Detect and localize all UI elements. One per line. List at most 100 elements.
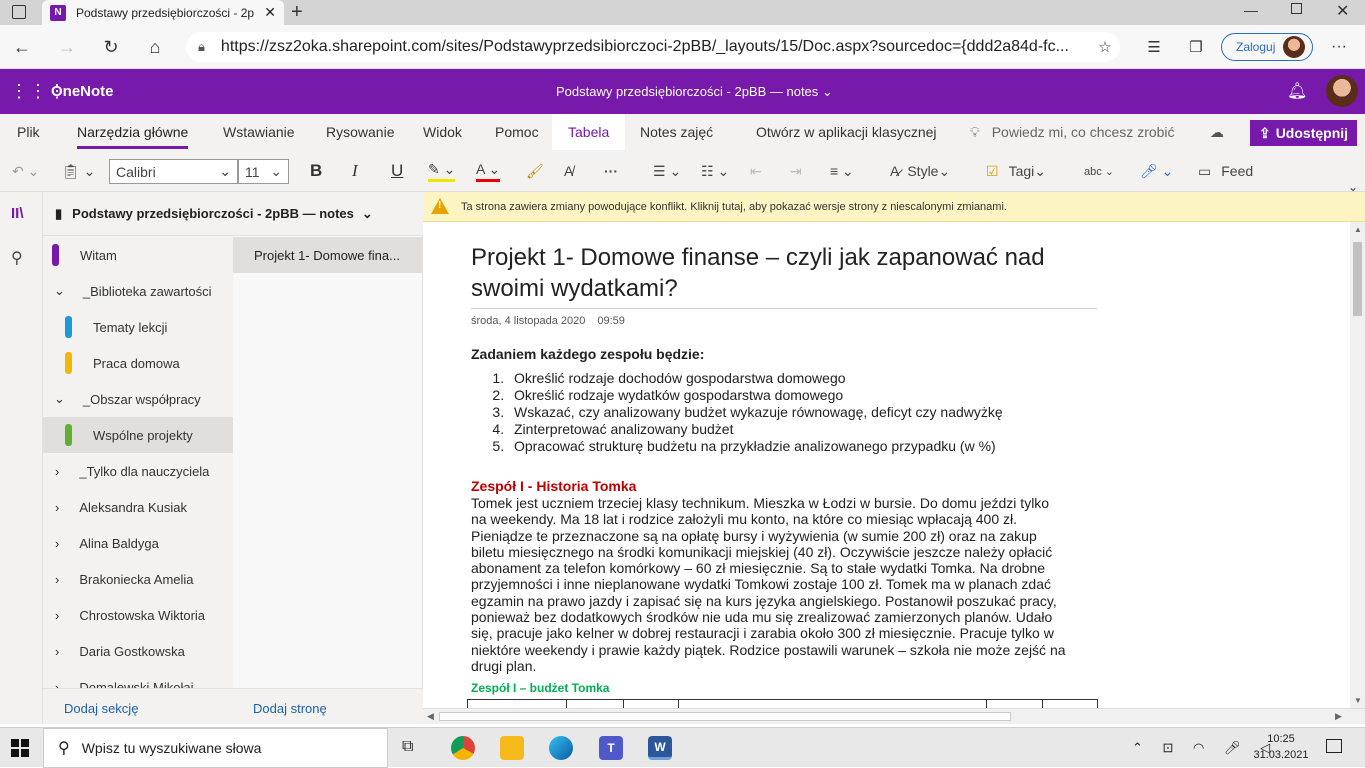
tab-actions-icon[interactable] — [12, 5, 26, 19]
new-tab-icon[interactable]: + — [291, 1, 303, 24]
tab-plik[interactable]: Plik — [17, 124, 40, 140]
format-painter-icon[interactable]: 🖌︎ — [526, 160, 544, 182]
story-line: Pieniądze te przeznaczone są na opłatę b… — [471, 527, 1037, 544]
section-group-biblioteka[interactable]: ⌄ _Biblioteka zawartości — [43, 273, 233, 309]
outdent-icon[interactable]: ⇤ — [750, 160, 762, 182]
page-canvas[interactable]: Projekt 1- Domowe finanse – czyli jak za… — [423, 222, 1350, 708]
highlight-icon[interactable]: ✎ ⌄ — [428, 160, 456, 182]
add-section-button[interactable]: Dodaj sekcję — [64, 701, 138, 716]
more-format-icon[interactable]: ··· — [604, 160, 618, 182]
conflict-banner[interactable]: ! Ta strona zawiera zmiany powodujące ko… — [423, 192, 1365, 222]
section-item-praca-domowa[interactable]: Praca domowa — [43, 345, 233, 381]
tab-notes-zajec[interactable]: Notes zajęć — [640, 124, 713, 140]
tab-narzedzia-glowne[interactable]: Narzędzia główne — [77, 124, 189, 149]
back-icon[interactable]: ← — [9, 34, 35, 60]
vertical-scrollbar[interactable]: ▲ ▼ — [1350, 222, 1365, 708]
dictate-icon[interactable]: 🎤︎ ⌄ — [1140, 160, 1173, 182]
sync-icon[interactable]: ☁︎ — [1210, 124, 1224, 141]
restore-icon[interactable] — [1291, 3, 1302, 14]
browser-tab[interactable]: N Podstawy przedsiębiorczości - 2p ✕ — [42, 0, 284, 25]
file-explorer-icon[interactable] — [500, 736, 524, 760]
app-name[interactable]: OneNote — [51, 83, 114, 100]
section-item-tematy-lekcji[interactable]: Tematy lekcji — [43, 309, 233, 345]
tab-tabela[interactable]: Tabela — [552, 114, 626, 150]
favorites-list-icon[interactable]: ☰ — [1141, 34, 1167, 60]
section-label: Wspólne projekty — [93, 427, 193, 443]
font-select[interactable]: Calibri ⌄ — [109, 159, 238, 184]
teams-icon[interactable]: T — [599, 736, 623, 760]
page-item[interactable]: Projekt 1- Domowe fina... — [233, 237, 422, 273]
url-field[interactable]: 🔒︎ https://zsz2oka.sharepoint.com/sites/… — [186, 32, 1120, 62]
numbering-icon[interactable]: ☷ ⌄ — [701, 160, 729, 182]
taskbar-clock[interactable]: 10:25 31.03.2021 — [1252, 731, 1310, 763]
task-view-icon[interactable]: ⧉ — [402, 738, 413, 756]
budget-table[interactable] — [467, 699, 1098, 708]
scroll-right-icon[interactable]: ▶ — [1335, 711, 1342, 722]
edge-icon[interactable] — [549, 736, 573, 760]
tell-me-box[interactable]: 💡︎ Powiedz mi, co chcesz zrobić — [970, 124, 1175, 141]
feed-button[interactable]: ▭ Feed — [1198, 160, 1253, 182]
notebook-header[interactable]: ▮ Podstawy przedsiębiorczości - 2pBB — n… — [43, 192, 423, 236]
word-icon[interactable]: W — [648, 736, 672, 760]
align-icon[interactable]: ≡ ⌄ — [830, 160, 854, 182]
clipboard-icon[interactable]: 📋︎ ⌄ — [62, 160, 95, 182]
undo-icon[interactable]: ↶ ⌄ — [12, 160, 39, 182]
user-avatar[interactable] — [1326, 75, 1358, 107]
open-desktop-app[interactable]: Otwórz w aplikacji klasycznej — [756, 124, 937, 140]
section-group-student[interactable]: › Daria Gostkowska — [43, 633, 233, 669]
spelling-icon[interactable]: abc ⌄ — [1084, 160, 1114, 182]
tab-rysowanie[interactable]: Rysowanie — [326, 124, 394, 140]
section-group-student[interactable]: › Chrostowska Wiktoria — [43, 597, 233, 633]
share-button[interactable]: ⇪ Udostępnij — [1250, 120, 1357, 146]
tab-close-icon[interactable]: ✕ — [264, 4, 276, 21]
section-group-student[interactable]: › Brakoniecka Amelia — [43, 561, 233, 597]
font-color-icon[interactable]: A ⌄ — [476, 160, 501, 182]
tags-button[interactable]: ☑ Tagi ⌄ — [986, 160, 1046, 182]
more-icon[interactable]: ··· — [1326, 34, 1352, 60]
scroll-thumb[interactable] — [1353, 242, 1362, 316]
italic-button[interactable]: I — [352, 160, 358, 182]
login-button[interactable]: Zaloguj — [1221, 33, 1313, 61]
font-size-select[interactable]: 11 ⌄ — [238, 159, 289, 184]
tab-widok[interactable]: Widok — [423, 124, 462, 140]
page-title[interactable]: Projekt 1- Domowe finanse – czyli jak za… — [471, 242, 1097, 309]
forward-icon[interactable]: → — [54, 34, 80, 60]
scroll-thumb[interactable] — [439, 712, 1011, 721]
notebook-title[interactable]: Podstawy przedsiębiorczości - 2pBB — not… — [556, 84, 833, 100]
indent-icon[interactable]: ⇥ — [790, 160, 802, 182]
chrome-icon[interactable] — [451, 736, 475, 760]
minimize-icon[interactable]: — — [1244, 2, 1258, 18]
add-page-button[interactable]: Dodaj stronę — [253, 701, 327, 716]
window-close-icon[interactable]: ✕ — [1336, 1, 1349, 21]
bell-icon[interactable]: 🔔︎ — [1287, 81, 1307, 101]
taskbar-search-box[interactable]: ⚲ Wpisz tu wyszukiwane słowa — [43, 728, 388, 768]
scroll-left-icon[interactable]: ◀ — [427, 711, 434, 722]
tab-pomoc[interactable]: Pomoc — [495, 124, 539, 140]
style-button[interactable]: A̷ Style ⌄ — [890, 160, 950, 182]
refresh-icon[interactable]: ↻ — [98, 34, 124, 60]
scroll-down-icon[interactable]: ▼ — [1354, 696, 1362, 705]
notebooks-icon[interactable]: II\ — [11, 205, 24, 222]
notifications-icon[interactable] — [1326, 739, 1342, 753]
section-label: Domalewski Mikołaj — [79, 679, 194, 689]
horizontal-scrollbar[interactable]: ◀ ▶ — [423, 708, 1365, 724]
section-group-student[interactable]: › Domalewski Mikołaj — [43, 669, 233, 689]
section-group-student[interactable]: › Alina Baldyga — [43, 525, 233, 561]
section-group-tylko[interactable]: › _Tylko dla nauczyciela — [43, 453, 233, 489]
section-group-obszar[interactable]: ⌄ _Obszar współpracy — [43, 381, 233, 417]
scroll-up-icon[interactable]: ▲ — [1354, 225, 1362, 234]
bullets-icon[interactable]: ☰ ⌄ — [653, 160, 681, 182]
tab-wstawianie[interactable]: Wstawianie — [223, 124, 295, 140]
home-icon[interactable]: ⌂ — [142, 34, 168, 60]
bold-button[interactable]: B — [310, 160, 322, 182]
search-icon[interactable]: ⚲ — [11, 248, 23, 268]
clear-format-icon[interactable]: A̸ — [564, 160, 573, 182]
windows-start-icon[interactable] — [11, 739, 29, 757]
profile-avatar — [1283, 36, 1306, 58]
collections-icon[interactable]: ❐ — [1183, 34, 1209, 60]
section-group-student[interactable]: › Aleksandra Kusiak — [43, 489, 233, 525]
section-item-wspolne-projekty[interactable]: Wspólne projekty — [43, 417, 233, 453]
section-item-witam[interactable]: Witam — [43, 237, 233, 273]
underline-button[interactable]: U — [391, 160, 403, 182]
favorite-star-icon[interactable]: ☆ — [1092, 34, 1118, 60]
